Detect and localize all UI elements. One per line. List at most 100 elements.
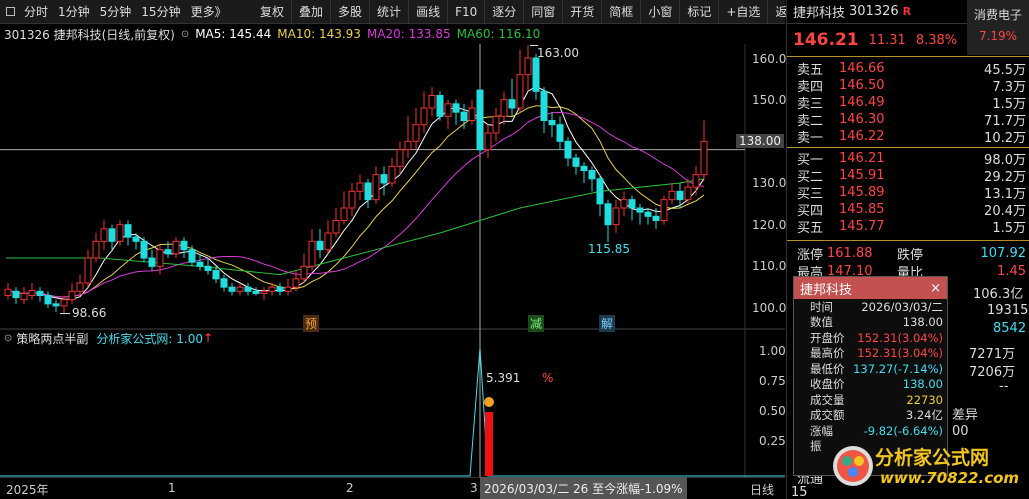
low-annotation: 115.85	[588, 242, 630, 256]
mark-button[interactable]: 标记	[679, 0, 718, 24]
candle-body	[620, 199, 628, 209]
popup-rows: 时间 2026/03/03/二 数值 138.00 开盘价 152.31(3.04%) 最高…	[794, 299, 947, 454]
sub-settings-icon[interactable]: ⊙	[4, 333, 12, 344]
popup-row: 时间 2026/03/03/二	[794, 299, 947, 315]
candle-body	[84, 257, 92, 284]
candle-body	[484, 132, 492, 151]
stats-button[interactable]: 统计	[369, 0, 408, 24]
draw-line-button[interactable]: 画线	[408, 0, 447, 24]
open-button[interactable]: 开货	[562, 0, 601, 24]
ask-book: 卖五 146.66 45.5万 卖四 146.50 7.3万 卖三 146.49 1.5万 …	[787, 60, 1029, 146]
candle-body	[540, 90, 548, 122]
ask-row[interactable]: 卖二 146.30 71.7万	[787, 111, 1029, 129]
popup-row-key: 开盘价	[810, 330, 845, 345]
period-tab-more[interactable]: 更多》	[186, 0, 232, 24]
window-stop-icon[interactable]	[6, 7, 15, 16]
kline-chart[interactable]	[0, 24, 785, 477]
popup-row-value: 3.24亿	[905, 408, 943, 423]
popup-row-key: 成交量	[810, 392, 845, 407]
candle-body	[548, 120, 556, 126]
popup-row: 最高价 152.31(3.04%)	[794, 346, 947, 362]
candle-body	[340, 207, 348, 221]
candle-body	[404, 140, 412, 151]
divider	[787, 56, 1029, 57]
ask-row[interactable]: 卖四 146.50 7.3万	[787, 77, 1029, 95]
candle-body	[252, 290, 260, 294]
candle-body	[12, 290, 20, 299]
candle-body	[220, 278, 228, 288]
cursor-date-label: 2026/03/03/二 26 至今涨幅-1.09%	[480, 477, 687, 499]
sub-tick: 0.75	[759, 374, 786, 388]
period-tab-intraday[interactable]: 分时	[19, 0, 53, 24]
bid-row[interactable]: 买一 146.21 98.0万	[787, 150, 1029, 168]
candle-body	[388, 165, 396, 184]
candle-body	[228, 286, 236, 292]
adjust-button[interactable]: 复权	[253, 0, 291, 24]
bid-row[interactable]: 买四 145.85 20.4万	[787, 201, 1029, 219]
candle-body	[100, 228, 108, 242]
simple-frame-button[interactable]: 简框	[601, 0, 640, 24]
popup-title-bar[interactable]: 捷邦科技 ×	[794, 277, 947, 299]
signal-bag-icon	[484, 397, 494, 407]
limit-stats: 涨停 161.88 跌停 107.92 最高 147.10 量比 1.45	[787, 244, 1029, 281]
bid-row[interactable]: 买二 145.91 29.2万	[787, 167, 1029, 185]
candle-body	[452, 103, 460, 113]
popup-row-key: 收盘价	[810, 377, 845, 392]
candle-body	[420, 107, 428, 126]
multi-stock-button[interactable]: 多股	[330, 0, 369, 24]
candle-body	[652, 215, 660, 221]
period-tab-1min[interactable]: 1分钟	[53, 0, 95, 24]
candle-body	[692, 174, 700, 188]
sub-signal-bar	[485, 412, 493, 476]
overlay-button[interactable]: 叠加	[291, 0, 330, 24]
popup-row-value: 138.00	[902, 377, 943, 392]
popup-row-key: 时间	[810, 299, 833, 314]
candle-body	[628, 199, 636, 209]
sub-indicator-line	[0, 347, 785, 477]
divider	[787, 147, 1029, 148]
candle-body	[460, 111, 468, 121]
price-change-pct: 8.38%	[915, 32, 958, 48]
ask-row[interactable]: 卖三 146.49 1.5万	[787, 94, 1029, 112]
candle-body	[268, 286, 276, 292]
popup-row: 成交量 22730	[794, 392, 947, 408]
small-window-button[interactable]: 小窗	[640, 0, 679, 24]
watermark-text: 分析家公式网	[875, 447, 990, 469]
close-icon[interactable]: ×	[930, 281, 941, 296]
period-tab-5min[interactable]: 5分钟	[95, 0, 137, 24]
bid-row[interactable]: 买三 145.89 13.1万	[787, 184, 1029, 202]
ask-row[interactable]: 卖五 146.66 45.5万	[787, 60, 1029, 78]
candle-body	[300, 265, 308, 280]
candle-body	[380, 174, 388, 184]
candle-body	[164, 249, 172, 255]
candle-body	[612, 207, 620, 226]
marker-unlock: 解	[599, 315, 616, 332]
toolbar-actions: 复权 叠加 多股 统计 画线 F10 逐分 同窗 开货 简框 小窗 标记 +自选…	[253, 0, 806, 24]
bid-row[interactable]: 买五 145.77 1.5万	[787, 218, 1029, 236]
sector-box[interactable]: 消费电子 7.19%	[967, 0, 1029, 55]
candle-body	[500, 99, 508, 117]
watermark-url: www.70822.com	[880, 469, 1020, 487]
candle-body	[524, 57, 532, 76]
side-value: 19315	[987, 303, 1029, 318]
candle-body	[180, 240, 188, 251]
period-tab-15min[interactable]: 15分钟	[136, 0, 185, 24]
add-watchlist-button[interactable]: +自选	[718, 0, 767, 24]
candle-body	[428, 95, 436, 109]
date-label: 3	[470, 481, 478, 495]
candle-body	[244, 286, 252, 292]
crosshair-price: 138.00	[736, 134, 784, 148]
ask-row[interactable]: 卖一 146.22 10.2万	[787, 128, 1029, 146]
popup-row-key: 最高价	[810, 346, 845, 361]
candle-body	[668, 190, 676, 201]
diff-label: 差异	[952, 408, 979, 423]
stock-name: 捷邦科技	[793, 6, 846, 21]
f10-button[interactable]: F10	[447, 0, 484, 24]
candle-body	[468, 107, 476, 121]
candle-body	[124, 224, 132, 238]
stock-code: 301326	[849, 4, 899, 19]
popup-row-value: 137.27(-7.14%)	[853, 361, 943, 376]
minute-by-minute-button[interactable]: 逐分	[484, 0, 523, 24]
candle-body	[52, 303, 60, 307]
same-window-button[interactable]: 同窗	[523, 0, 562, 24]
